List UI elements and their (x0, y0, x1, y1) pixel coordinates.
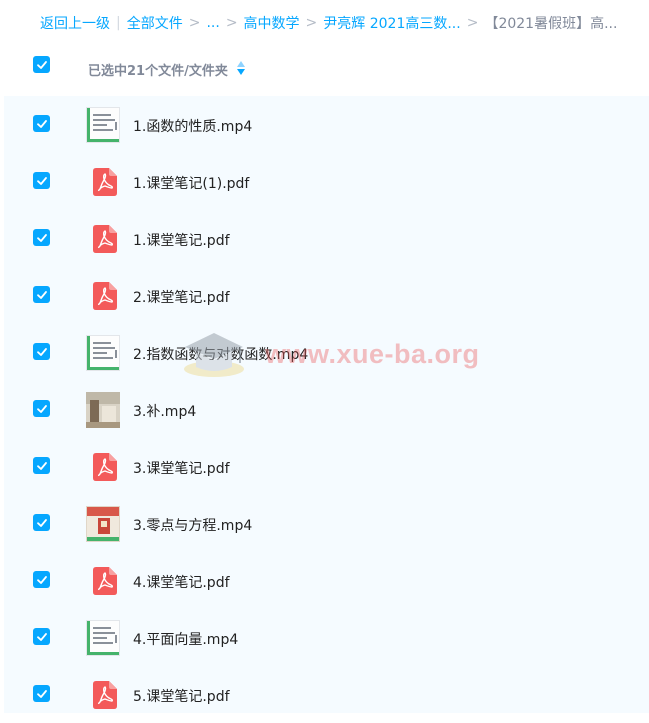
pdf-file-icon (93, 225, 117, 253)
file-checkbox[interactable] (33, 115, 50, 132)
pdf-file-icon (93, 282, 117, 310)
file-row[interactable]: 5.课堂笔记.pdf (4, 666, 649, 723)
checkmark-icon (36, 233, 47, 242)
file-checkbox[interactable] (33, 685, 50, 702)
chevron-right-icon: > (188, 15, 201, 31)
file-row[interactable]: 3.课堂笔记.pdf (4, 438, 649, 495)
file-name[interactable]: 3.课堂笔记.pdf (133, 458, 230, 478)
chevron-right-icon: > (305, 15, 318, 31)
breadcrumb-level2[interactable]: 尹亮辉 2021高三数... (323, 13, 460, 33)
file-checkbox[interactable] (33, 457, 50, 474)
checkmark-icon (36, 632, 47, 641)
selection-count: 已选中21个文件/文件夹 (88, 64, 228, 79)
breadcrumb-current: 【2021暑假班】高... (484, 16, 618, 32)
file-name[interactable]: 3.零点与方程.mp4 (133, 515, 252, 535)
sort-icon[interactable] (236, 60, 246, 76)
pdf-file-icon (93, 453, 117, 481)
breadcrumb-divider: | (116, 15, 121, 31)
file-row[interactable]: 4.课堂笔记.pdf (4, 552, 649, 609)
checkmark-icon (36, 575, 47, 584)
file-name[interactable]: 2.指数函数与对数函数.mp4 (133, 344, 308, 364)
checkmark-icon (36, 404, 47, 413)
file-checkbox[interactable] (33, 400, 50, 417)
breadcrumb: 返回上一级 | 全部文件 > ... > 高中数学 > 尹亮辉 2021高三数.… (0, 0, 649, 46)
list-header: 已选中21个文件/文件夹 (0, 46, 649, 94)
file-row[interactable]: 1.课堂笔记(1).pdf (4, 153, 649, 210)
file-row[interactable]: 2.课堂笔记.pdf (4, 267, 649, 324)
back-link[interactable]: 返回上一级 (40, 13, 110, 33)
file-name[interactable]: 1.课堂笔记(1).pdf (133, 173, 249, 193)
file-row[interactable]: 4.平面向量.mp4 (4, 609, 649, 666)
chevron-right-icon: > (466, 15, 479, 31)
video-thumbnail (86, 107, 122, 143)
checkmark-icon (36, 290, 47, 299)
video-thumbnail (86, 506, 122, 542)
file-checkbox[interactable] (33, 571, 50, 588)
file-checkbox[interactable] (33, 343, 50, 360)
checkmark-icon (36, 689, 47, 698)
video-thumbnail (86, 620, 122, 656)
file-name[interactable]: 5.课堂笔记.pdf (133, 686, 230, 706)
breadcrumb-all-files[interactable]: 全部文件 (127, 13, 183, 33)
file-name[interactable]: 3.补.mp4 (133, 401, 196, 421)
breadcrumb-ellipsis[interactable]: ... (206, 15, 219, 31)
file-row[interactable]: 1.课堂笔记.pdf (4, 210, 649, 267)
file-row[interactable]: 3.补.mp4 (4, 381, 649, 438)
file-row[interactable]: 2.指数函数与对数函数.mp4 (4, 324, 649, 381)
pdf-file-icon (93, 168, 117, 196)
checkmark-icon (36, 518, 47, 527)
chevron-right-icon: > (225, 15, 238, 31)
file-row[interactable]: 1.函数的性质.mp4 (4, 96, 649, 153)
file-checkbox[interactable] (33, 286, 50, 303)
file-name[interactable]: 4.课堂笔记.pdf (133, 572, 230, 592)
file-row[interactable]: 3.零点与方程.mp4 (4, 495, 649, 552)
video-thumbnail (86, 392, 122, 428)
video-thumbnail (86, 335, 122, 371)
file-name[interactable]: 2.课堂笔记.pdf (133, 287, 230, 307)
file-checkbox[interactable] (33, 514, 50, 531)
checkmark-icon (36, 119, 47, 128)
checkmark-icon (36, 347, 47, 356)
checkmark-icon (36, 176, 47, 185)
file-checkbox[interactable] (33, 229, 50, 246)
file-name[interactable]: 1.课堂笔记.pdf (133, 230, 230, 250)
file-checkbox[interactable] (33, 628, 50, 645)
checkmark-icon (36, 461, 47, 470)
file-name[interactable]: 4.平面向量.mp4 (133, 629, 238, 649)
select-all-checkbox[interactable] (33, 56, 50, 73)
breadcrumb-level1[interactable]: 高中数学 (244, 13, 300, 33)
pdf-file-icon (93, 567, 117, 595)
file-list: 1.函数的性质.mp4 1.课堂笔记(1).pdf 1.课堂笔记.pdf 2.课堂笔记… (4, 96, 649, 713)
file-name[interactable]: 1.函数的性质.mp4 (133, 116, 252, 136)
checkmark-icon (36, 60, 47, 69)
pdf-file-icon (93, 681, 117, 709)
file-checkbox[interactable] (33, 172, 50, 189)
